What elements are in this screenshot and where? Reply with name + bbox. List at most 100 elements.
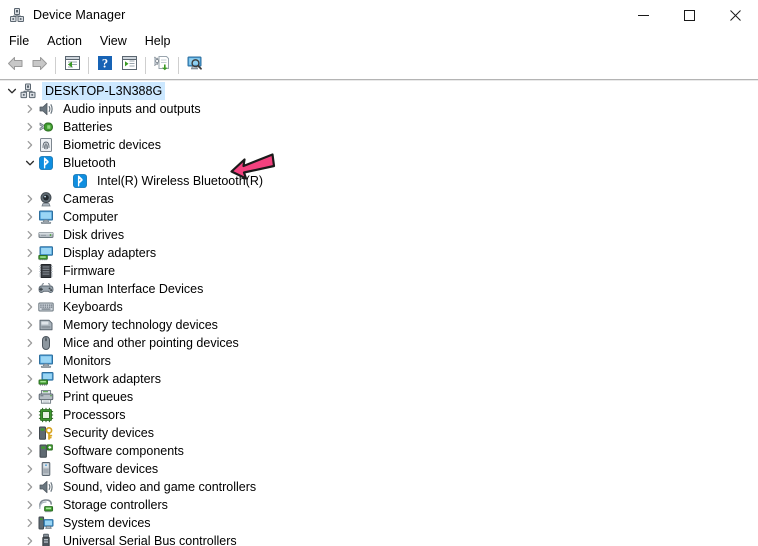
forward-button[interactable] — [27, 54, 51, 77]
keyboard-icon — [38, 299, 54, 315]
tree-item[interactable]: Software devices — [0, 460, 758, 478]
tree-item[interactable]: Audio inputs and outputs — [0, 100, 758, 118]
tree-item[interactable]: Bluetooth — [0, 154, 758, 172]
tree-item[interactable]: Network adapters — [0, 370, 758, 388]
chevron-right-icon[interactable] — [22, 100, 38, 118]
chevron-right-icon[interactable] — [22, 316, 38, 334]
tree-item-label: Memory technology devices — [63, 318, 218, 332]
chevron-right-icon[interactable] — [22, 406, 38, 424]
tree-item-label: Keyboards — [63, 300, 123, 314]
tree-item[interactable]: DESKTOP-L3N388G — [0, 82, 758, 100]
menu-action[interactable]: Action — [38, 32, 91, 51]
toolbar-separator-3 — [145, 57, 146, 74]
chevron-right-icon[interactable] — [22, 226, 38, 244]
tree-item[interactable]: Disk drives — [0, 226, 758, 244]
forward-arrow-icon — [31, 56, 48, 76]
tree-item-label: Sound, video and game controllers — [63, 480, 257, 494]
memory-card-icon — [38, 317, 54, 333]
maximize-button[interactable] — [666, 0, 712, 30]
speaker-icon — [38, 479, 54, 495]
tree-item-label: Display adapters — [63, 246, 157, 260]
chevron-right-icon[interactable] — [22, 514, 38, 532]
device-manager-window: Device Manager File Action View Help ? D… — [0, 0, 758, 546]
software-component-icon — [38, 443, 54, 459]
console-tree-icon — [121, 55, 138, 76]
chevron-right-icon[interactable] — [22, 208, 38, 226]
chevron-right-icon[interactable] — [22, 136, 38, 154]
tree-item-label: Firmware — [63, 264, 116, 278]
chevron-right-icon[interactable] — [22, 424, 38, 442]
device-tree[interactable]: DESKTOP-L3N388G Audio inputs and outputs B… — [0, 82, 758, 546]
chevron-right-icon[interactable] — [22, 118, 38, 136]
minimize-button[interactable] — [620, 0, 666, 30]
tree-item[interactable]: Print queues — [0, 388, 758, 406]
tree-item[interactable]: Batteries — [0, 118, 758, 136]
toolbar-separator-2 — [88, 57, 89, 74]
tree-item[interactable]: Computer — [0, 208, 758, 226]
chevron-right-icon[interactable] — [22, 298, 38, 316]
menu-help[interactable]: Help — [136, 32, 180, 51]
tree-item[interactable]: Firmware — [0, 262, 758, 280]
chevron-right-icon[interactable] — [22, 280, 38, 298]
chevron-right-icon[interactable] — [22, 352, 38, 370]
security-key-icon — [38, 425, 54, 441]
chevron-right-icon[interactable] — [22, 532, 38, 546]
update-driver-button[interactable] — [150, 54, 174, 77]
network-adapter-icon — [38, 371, 54, 387]
tree-item[interactable]: Human Interface Devices — [0, 280, 758, 298]
update-driver-icon — [153, 55, 171, 76]
tree-item[interactable]: Processors — [0, 406, 758, 424]
tree-item[interactable]: Storage controllers — [0, 496, 758, 514]
back-arrow-icon — [7, 56, 24, 76]
mouse-icon — [38, 335, 54, 351]
tree-item[interactable]: Intel(R) Wireless Bluetooth(R) — [0, 172, 758, 190]
tree-item[interactable]: Cameras — [0, 190, 758, 208]
tree-item[interactable]: Software components — [0, 442, 758, 460]
help-question-icon: ? — [97, 55, 113, 76]
tree-item-label: Human Interface Devices — [63, 282, 204, 296]
tree-item[interactable]: Keyboards — [0, 298, 758, 316]
back-button[interactable] — [3, 54, 27, 77]
tree-item[interactable]: Monitors — [0, 352, 758, 370]
menu-file[interactable]: File — [0, 32, 38, 51]
chevron-right-icon[interactable] — [22, 460, 38, 478]
help-button[interactable]: ? — [93, 54, 117, 77]
chevron-right-icon[interactable] — [22, 262, 38, 280]
tree-item[interactable]: Universal Serial Bus controllers — [0, 532, 758, 546]
tree-item-label: Intel(R) Wireless Bluetooth(R) — [97, 174, 264, 188]
toolbar-separator-4 — [178, 57, 179, 74]
chevron-right-icon[interactable] — [22, 244, 38, 262]
chevron-right-icon[interactable] — [22, 442, 38, 460]
tree-item[interactable]: Mice and other pointing devices — [0, 334, 758, 352]
tree-item-label: Processors — [63, 408, 126, 422]
tree-item-label: Print queues — [63, 390, 134, 404]
show-hide-console-tree-button[interactable] — [117, 54, 141, 77]
tree-item-label: System devices — [63, 516, 151, 530]
window-controls — [620, 0, 758, 30]
display-adapter-icon — [38, 245, 54, 261]
menu-view[interactable]: View — [91, 32, 136, 51]
tree-item-label: Batteries — [63, 120, 113, 134]
chevron-right-icon[interactable] — [22, 370, 38, 388]
properties-icon — [64, 55, 81, 76]
chevron-right-icon[interactable] — [22, 334, 38, 352]
chevron-right-icon[interactable] — [22, 478, 38, 496]
chevron-down-icon[interactable] — [4, 82, 20, 100]
tree-item[interactable]: System devices — [0, 514, 758, 532]
tree-item[interactable]: Memory technology devices — [0, 316, 758, 334]
tree-item[interactable]: Security devices — [0, 424, 758, 442]
tree-item-label: Audio inputs and outputs — [63, 102, 201, 116]
chevron-right-icon[interactable] — [22, 190, 38, 208]
tree-item[interactable]: Sound, video and game controllers — [0, 478, 758, 496]
disk-drive-icon — [38, 227, 54, 243]
properties-button[interactable] — [60, 54, 84, 77]
system-device-icon — [38, 515, 54, 531]
firmware-chip-icon — [38, 263, 54, 279]
scan-hardware-changes-button[interactable] — [183, 54, 207, 77]
chevron-down-icon[interactable] — [22, 154, 38, 172]
chevron-right-icon[interactable] — [22, 496, 38, 514]
tree-item[interactable]: Biometric devices — [0, 136, 758, 154]
chevron-right-icon[interactable] — [22, 388, 38, 406]
tree-item[interactable]: Display adapters — [0, 244, 758, 262]
close-button[interactable] — [712, 0, 758, 30]
